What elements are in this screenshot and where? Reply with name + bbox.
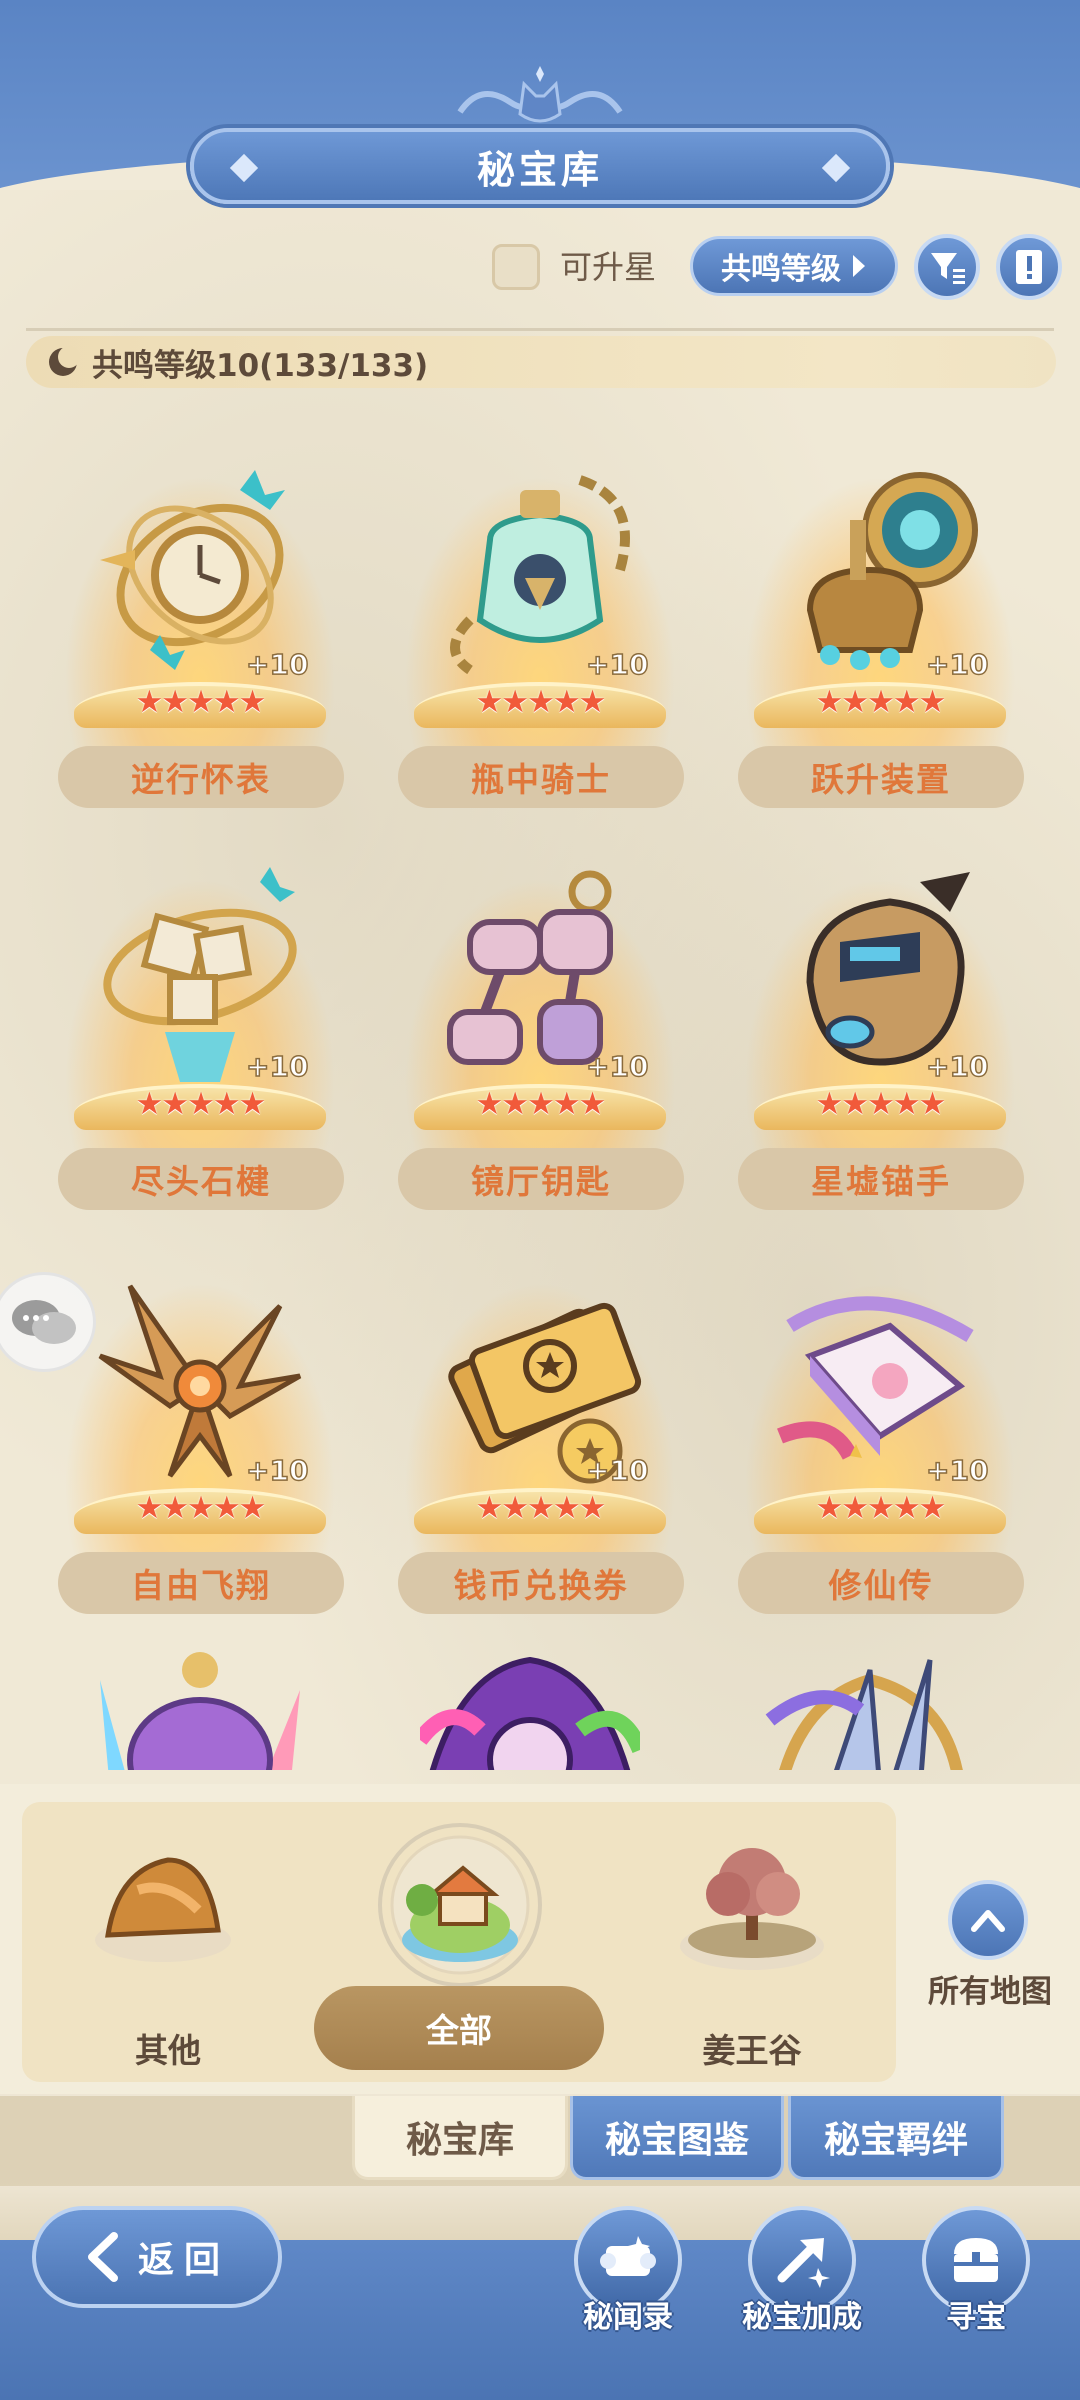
page-title: 秘宝库 — [476, 147, 603, 192]
treasure-name: 瓶中骑士 — [471, 760, 611, 799]
treasure-name: 自由飞翔 — [131, 1566, 271, 1605]
treasure-card[interactable]: +10 ★★★★★ 跃升装置 — [730, 430, 1030, 830]
treasure-name: 尽头石楗 — [131, 1162, 271, 1201]
caret-right-icon — [853, 255, 865, 277]
enhance-level: +10 — [925, 647, 989, 682]
treasure-name: 逆行怀表 — [131, 760, 271, 799]
enhance-level: +10 — [245, 647, 309, 682]
back-label: 返回 — [137, 2240, 230, 2281]
treasure-name-plate: 自由飞翔 — [58, 1552, 344, 1614]
star-rating: ★★★★★ — [135, 684, 267, 720]
upgradable-checkbox[interactable] — [492, 244, 540, 290]
all-maps-label: 所有地图 — [928, 1974, 1052, 2010]
region-jiangwang-label: 姜王谷 — [702, 2031, 802, 2070]
records-label: 秘闻录 — [583, 2300, 673, 2335]
region-jiangwang[interactable]: 姜王谷 — [632, 1810, 872, 2080]
star-rating: ★★★★★ — [135, 1086, 267, 1122]
enhance-level: +10 — [245, 1049, 309, 1084]
treasure-partial-icon[interactable] — [90, 1640, 310, 1770]
treasure-partial-icon[interactable] — [420, 1640, 640, 1770]
treasure-name: 镜厅钥匙 — [471, 1162, 611, 1201]
title-plate: 秘宝库 — [190, 128, 890, 204]
bonus-button[interactable]: 秘宝加成 — [742, 2200, 862, 2335]
region-all-pill[interactable]: 全部 — [314, 1986, 604, 2070]
star-rating: ★★★★★ — [815, 684, 947, 720]
level-sort-button[interactable]: 共鸣等级 — [690, 236, 898, 296]
chevron-up-icon — [971, 1910, 1005, 1932]
star-rating: ★★★★★ — [475, 1086, 607, 1122]
title-right-diamond-icon — [821, 153, 851, 183]
treasure-name-plate: 尽头石楗 — [58, 1148, 344, 1210]
chat-icon — [12, 1300, 76, 1344]
star-rating: ★★★★★ — [475, 684, 607, 720]
treasure-card[interactable]: +10 ★★★★★ 尽头石楗 — [50, 832, 350, 1232]
tab-atlas[interactable]: 秘宝图鉴 — [570, 2096, 784, 2180]
info-button[interactable] — [996, 234, 1062, 300]
level-sort-label: 共鸣等级 — [721, 252, 841, 287]
resonance-level-bar: 共鸣等级10(133/133) — [26, 336, 1056, 388]
treasure-card[interactable]: +10 ★★★★★ 星墟锚手 — [730, 832, 1030, 1232]
treasure-grid: +10 ★★★★★ 逆行怀表 +10 ★★★★★ 瓶中骑士 +10 ★★★★★ … — [0, 400, 1080, 1770]
enhance-level: +10 — [245, 1453, 309, 1488]
enhance-level: +10 — [925, 1049, 989, 1084]
scroll-icon — [600, 2236, 656, 2276]
treasure-name-plate: 修仙传 — [738, 1552, 1024, 1614]
treasure-chest-icon — [954, 2238, 998, 2282]
star-rating: ★★★★★ — [475, 1490, 607, 1526]
treasure-partial-icon[interactable] — [760, 1640, 980, 1770]
treasure-name-plate: 镜厅钥匙 — [398, 1148, 684, 1210]
bonus-label: 秘宝加成 — [742, 2300, 862, 2335]
resonance-moon-icon — [49, 346, 80, 376]
treasure-name: 跃升装置 — [811, 760, 951, 799]
home-island-icon — [378, 1823, 542, 1987]
treasure-hunt-label: 寻宝 — [946, 2300, 1006, 2335]
filter-icon — [931, 253, 965, 284]
treasure-name-plate: 跃升装置 — [738, 746, 1024, 808]
treasure-card[interactable]: +10 ★★★★★ 自由飞翔 — [50, 1236, 350, 1636]
treasure-name-plate: 钱币兑换券 — [398, 1552, 684, 1614]
upgradable-label: 可升星 — [560, 248, 657, 286]
tree-island-icon — [680, 1848, 824, 1970]
info-book-icon — [1016, 250, 1042, 284]
treasure-card[interactable]: +10 ★★★★★ 钱币兑换券 — [390, 1236, 690, 1636]
back-arrow-icon — [87, 2232, 118, 2282]
treasure-card[interactable]: +10 ★★★★★ 逆行怀表 — [50, 430, 350, 830]
treasure-card[interactable]: +10 ★★★★★ 瓶中骑士 — [390, 430, 690, 830]
treasure-card[interactable]: +10 ★★★★★ 镜厅钥匙 — [390, 832, 690, 1232]
treasure-name-plate: 瓶中骑士 — [398, 746, 684, 808]
enhance-level: +10 — [585, 1453, 649, 1488]
desert-island-icon — [95, 1857, 231, 1962]
star-rating: ★★★★★ — [815, 1490, 947, 1526]
toolbar-divider — [26, 328, 1054, 331]
filter-button[interactable] — [914, 234, 980, 300]
region-other-label: 其他 — [135, 2031, 201, 2070]
star-rating: ★★★★★ — [135, 1490, 267, 1526]
treasure-name-plate: 星墟锚手 — [738, 1148, 1024, 1210]
enhance-level: +10 — [925, 1453, 989, 1488]
title-left-diamond-icon — [229, 153, 259, 183]
resonance-level-text: 共鸣等级10(133/133) — [92, 347, 429, 384]
rocket-arrow-icon — [777, 2238, 830, 2288]
treasure-name: 修仙传 — [828, 1566, 934, 1605]
cat-crest-icon — [457, 66, 623, 123]
tab-bond[interactable]: 秘宝羁绊 — [788, 2096, 1004, 2180]
enhance-level: +10 — [585, 647, 649, 682]
treasure-name: 星墟锚手 — [811, 1162, 951, 1201]
enhance-level: +10 — [585, 1049, 649, 1084]
region-all-label: 全部 — [426, 2011, 492, 2050]
treasure-name-plate: 逆行怀表 — [58, 746, 344, 808]
treasure-name: 钱币兑换券 — [453, 1566, 629, 1605]
records-button[interactable]: 秘闻录 — [568, 2200, 688, 2335]
star-rating: ★★★★★ — [815, 1086, 947, 1122]
treasure-hunt-button[interactable]: 寻宝 — [916, 2200, 1036, 2335]
back-button[interactable]: 返回 — [32, 2206, 282, 2308]
treasure-card[interactable]: +10 ★★★★★ 修仙传 — [730, 1236, 1030, 1636]
tab-vault[interactable]: 秘宝库 — [352, 2096, 568, 2180]
all-maps-button[interactable] — [948, 1880, 1028, 1960]
region-other[interactable]: 其他 — [48, 1810, 288, 2080]
